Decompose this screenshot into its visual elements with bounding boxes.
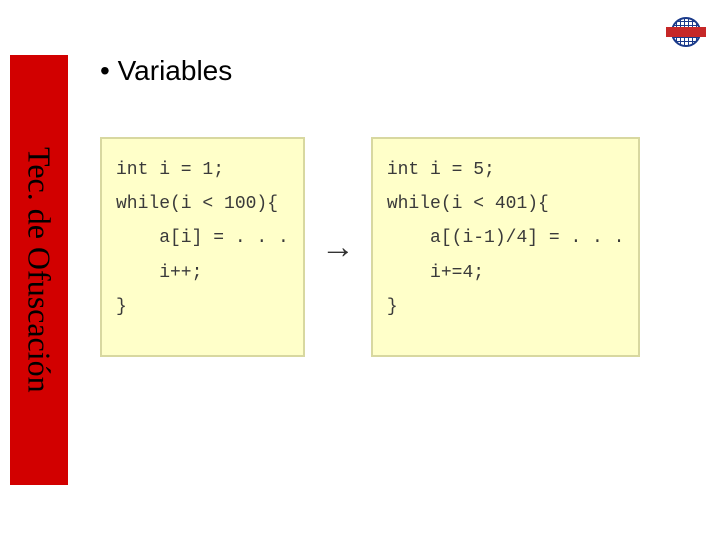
arrow-right-icon: → [317, 228, 359, 267]
globe-logo-icon [664, 14, 708, 50]
code-box-original: int i = 1; while(i < 100){ a[i] = . . . … [100, 137, 305, 357]
code-comparison-area: int i = 1; while(i < 100){ a[i] = . . . … [100, 137, 700, 357]
sidebar-title: Tec. de Ofuscación [21, 147, 58, 393]
slide-content: • Variables int i = 1; while(i < 100){ a… [100, 55, 700, 357]
bullet-variables: • Variables [100, 55, 700, 87]
header-logo-area [664, 14, 708, 50]
sidebar-title-band: Tec. de Ofuscación [10, 55, 68, 485]
code-box-obfuscated: int i = 5; while(i < 401){ a[(i-1)/4] = … [371, 137, 641, 357]
